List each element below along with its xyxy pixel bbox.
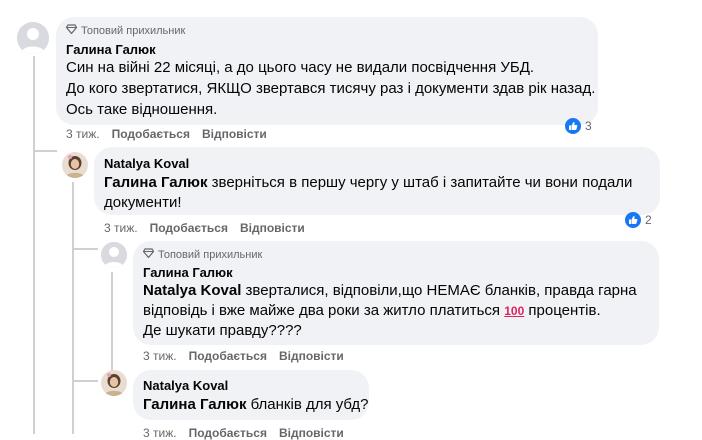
thread-line-root (33, 56, 35, 434)
diamond-badge-icon (65, 24, 78, 37)
comment-text: зверніться в першу чергу у штаб і запита… (207, 174, 633, 191)
comment-actions: 3 тиж. Подобається Відповісти (143, 349, 344, 363)
comment-text-line: До кого звертатися, ЯКЩО звертався тисяч… (66, 80, 596, 97)
profile-photo-avatar[interactable] (101, 370, 127, 396)
reply-button[interactable]: Відповісти (279, 349, 344, 363)
comment-text: відповідь і вже майже два роки за житло … (143, 302, 505, 319)
comment-author[interactable]: Галина Галюк (143, 265, 233, 280)
like-button[interactable]: Подобається (112, 127, 190, 141)
thread-line-branch-1 (33, 150, 57, 152)
mention-link[interactable]: Галина Галюк (143, 396, 246, 413)
comment-time[interactable]: 3 тиж. (104, 221, 138, 235)
badge-label: Топовий прихильник (158, 248, 263, 261)
like-reaction-icon (625, 212, 641, 228)
comment-text-line: Де шукати правду???? (143, 322, 302, 339)
comment-time[interactable]: 3 тиж. (66, 127, 100, 141)
mention-link[interactable]: Natalya Koval (143, 282, 241, 299)
default-avatar-icon[interactable] (101, 242, 127, 268)
comment-text-line: Галина Галюк зверніться в першу чергу у … (104, 173, 632, 193)
reaction-count: 3 (585, 119, 592, 133)
comment-time[interactable]: 3 тиж. (143, 349, 177, 363)
like-button[interactable]: Подобається (189, 349, 267, 363)
comment-text-line: Галина Галюк бланків для убд? (143, 395, 368, 415)
top-fan-badge: Топовий прихильник (65, 24, 186, 37)
top-fan-badge: Топовий прихильник (142, 248, 263, 261)
comment-actions: 3 тиж. Подобається Відповісти (143, 426, 344, 440)
hundred-points-emoji-icon: 100 (504, 304, 525, 318)
comment-text: зверталися, відповіли,що НЕМАЄ бланків, … (241, 282, 637, 299)
comment-text-line: документи! (104, 194, 182, 211)
comment-actions: 3 тиж. Подобається Відповісти (104, 221, 305, 235)
default-avatar-icon[interactable] (17, 22, 49, 54)
mention-link[interactable]: Галина Галюк (104, 174, 207, 191)
comment-text-line: відповідь і вже майже два роки за житло … (143, 301, 601, 321)
reply-button[interactable]: Відповісти (279, 426, 344, 440)
reaction-summary[interactable]: 2 (625, 212, 652, 228)
comment-text: процентів. (524, 302, 601, 319)
thread-line-subsub (111, 272, 113, 382)
thread-line-branch-3 (72, 380, 98, 382)
comment-author[interactable]: Галина Галюк (66, 42, 156, 57)
like-reaction-icon (565, 118, 581, 134)
thread-line-branch-2 (72, 248, 98, 250)
badge-label: Топовий прихильник (81, 24, 186, 37)
thread-line-sub (72, 182, 74, 434)
comment-author[interactable]: Natalya Koval (143, 378, 228, 393)
reaction-summary[interactable]: 3 (565, 118, 592, 134)
comment-text: бланків для убд? (246, 396, 369, 413)
comment-actions: 3 тиж. Подобається Відповісти (66, 127, 267, 141)
diamond-badge-icon (142, 248, 155, 261)
comment-text-line: Natalya Koval зверталися, відповіли,що Н… (143, 281, 637, 301)
comment-text-line: Ось таке відношення. (66, 101, 218, 118)
comment-author[interactable]: Natalya Koval (104, 156, 189, 171)
comment-time[interactable]: 3 тиж. (143, 426, 177, 440)
comment-text-line: Син на війні 22 місяці, а до цього часу … (66, 59, 535, 76)
reply-button[interactable]: Відповісти (240, 221, 305, 235)
like-button[interactable]: Подобається (189, 426, 267, 440)
reaction-count: 2 (645, 213, 652, 227)
like-button[interactable]: Подобається (150, 221, 228, 235)
reply-button[interactable]: Відповісти (202, 127, 267, 141)
profile-photo-avatar[interactable] (62, 152, 88, 178)
